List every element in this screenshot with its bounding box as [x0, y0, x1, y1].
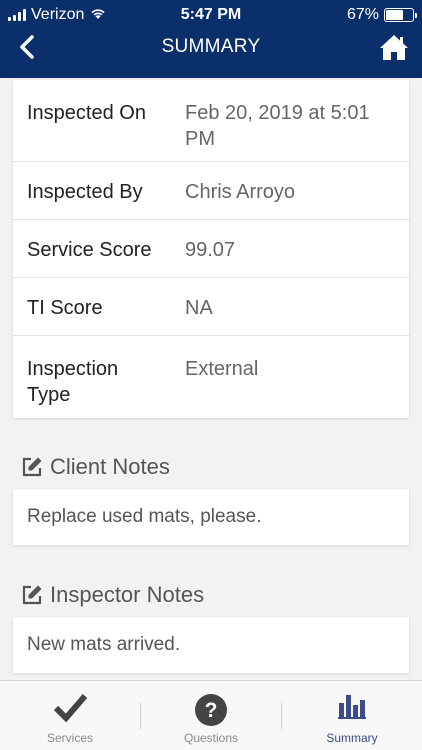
app-header: Verizon 5:47 PM 67% SUMMARY: [0, 0, 422, 78]
battery-percent: 67%: [346, 6, 379, 23]
detail-label: Inspected On: [27, 102, 146, 124]
tab-label: Services: [46, 731, 93, 745]
detail-row-inspected-on: Inspected On Feb 20, 2019 at 5:01 PM: [13, 80, 409, 162]
bar-chart-icon: [338, 695, 366, 719]
inspector-notes-card: New mats arrived.: [13, 617, 409, 673]
detail-value: NA: [185, 297, 213, 319]
detail-row-ti-score: TI Score NA: [13, 278, 409, 336]
detail-label: Inspection Type: [27, 358, 119, 406]
detail-label: Inspected By: [27, 181, 143, 203]
tab-label: Questions: [183, 731, 239, 745]
tab-services[interactable]: Services: [0, 681, 140, 750]
edit-icon: [22, 585, 42, 605]
detail-value: 99.07: [185, 239, 236, 261]
page-title: SUMMARY: [161, 36, 261, 57]
tab-questions[interactable]: ? Questions: [141, 681, 281, 750]
detail-label: Service Score: [27, 239, 152, 261]
inspector-notes-text: New mats arrived.: [27, 634, 181, 655]
tab-summary[interactable]: Summary: [282, 681, 422, 750]
home-button[interactable]: [378, 32, 410, 62]
svg-text:?: ?: [205, 699, 218, 722]
checkmark-icon: [53, 694, 88, 723]
inspection-details-card: Inspected On Feb 20, 2019 at 5:01 PM Ins…: [13, 80, 409, 418]
battery-icon: [384, 8, 417, 22]
inspector-notes-heading: Inspector Notes: [20, 582, 204, 608]
detail-value: Chris Arroyo: [185, 181, 296, 203]
detail-value: External: [185, 358, 259, 380]
client-notes-card: Replace used mats, please.: [13, 489, 409, 545]
detail-row-service-score: Service Score 99.07: [13, 220, 409, 278]
client-notes-title: Client Notes: [50, 454, 170, 479]
question-circle-icon: ?: [195, 694, 227, 726]
summary-content[interactable]: Inspected On Feb 20, 2019 at 5:01 PM Ins…: [0, 78, 422, 680]
detail-value: Feb 20, 2019 at 5:01 PM: [185, 102, 370, 150]
edit-icon: [22, 457, 42, 477]
inspector-notes-title: Inspector Notes: [50, 582, 205, 607]
tab-bar: Services ? Questions Summary: [0, 680, 422, 750]
detail-label: TI Score: [27, 297, 103, 319]
home-icon: [380, 35, 408, 60]
client-notes-text: Replace used mats, please.: [27, 506, 262, 527]
client-notes-heading: Client Notes: [20, 454, 170, 480]
detail-row-inspection-type: Inspection Type External: [13, 336, 409, 418]
detail-row-inspected-by: Inspected By Chris Arroyo: [13, 162, 409, 220]
tab-label: Summary: [326, 731, 378, 745]
status-bar: Verizon 5:47 PM 67%: [0, 0, 422, 30]
